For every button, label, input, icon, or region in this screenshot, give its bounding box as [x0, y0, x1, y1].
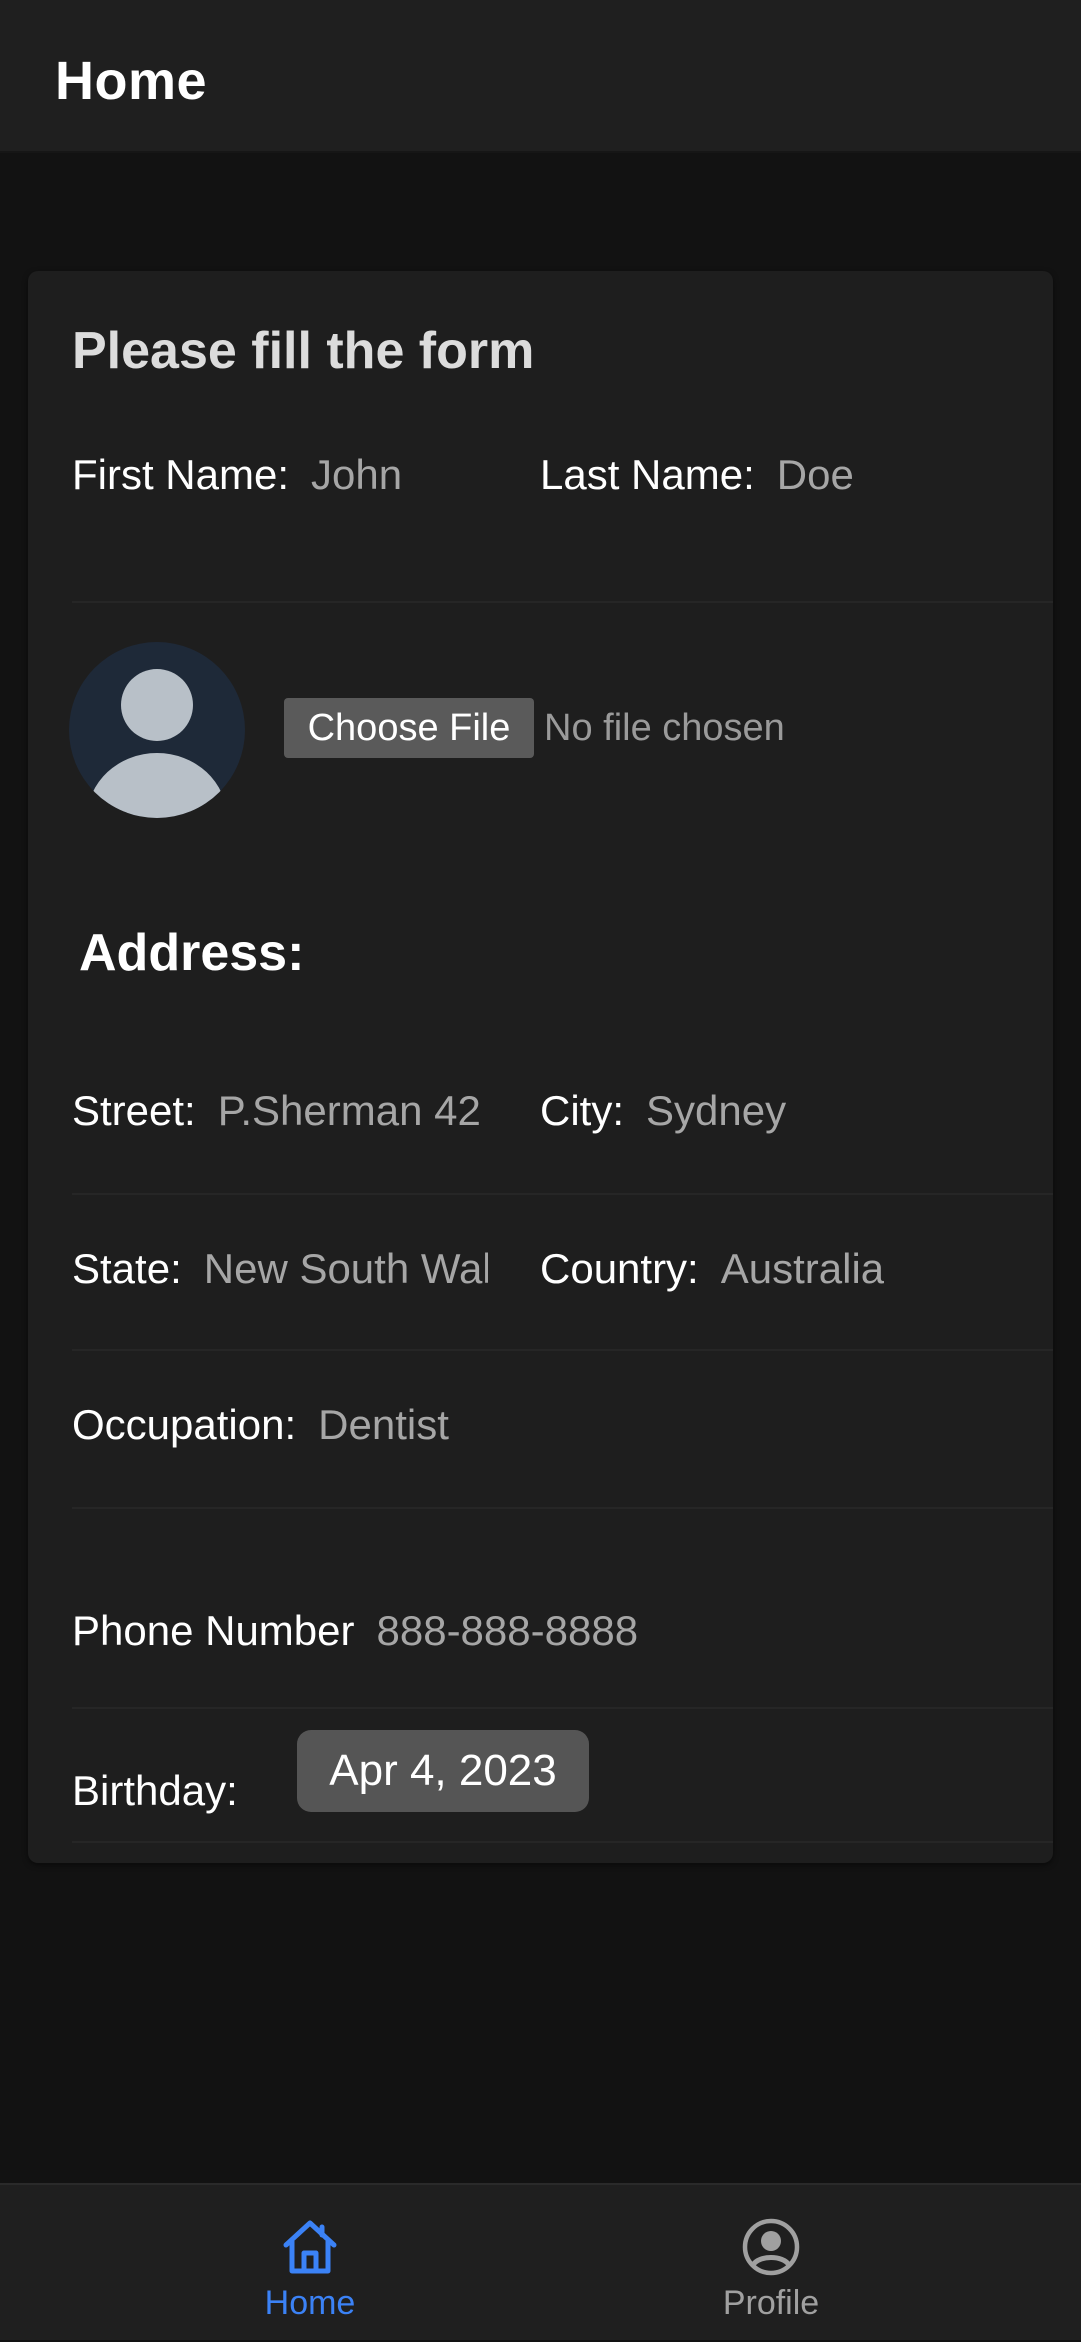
phone-row: Phone Number 888-888-8888 [72, 1509, 1053, 1709]
page-title: Home [55, 51, 208, 111]
phone-label: Phone Number [72, 1607, 355, 1654]
birthday-date-picker[interactable]: Apr 4, 2023 [297, 1730, 589, 1812]
first-name-field: First Name: John [72, 451, 512, 499]
state-input[interactable]: New South Wales [204, 1245, 488, 1293]
state-field: State: New South Wales [72, 1245, 488, 1293]
occupation-input[interactable]: Dentist [318, 1401, 449, 1449]
city-label: City: [540, 1087, 624, 1134]
country-field: Country: Australia [540, 1245, 1040, 1293]
avatar-body-shape [87, 753, 227, 818]
form-title: Please fill the form [72, 322, 535, 380]
file-status-text: No file chosen [544, 707, 785, 749]
street-input[interactable]: P.Sherman 42 Wallaby Way [218, 1087, 488, 1135]
address-heading: Address: [79, 924, 305, 982]
tab-home[interactable]: Home [40, 2185, 580, 2342]
last-name-field: Last Name: Doe [540, 451, 1040, 499]
person-circle-icon [742, 2218, 800, 2276]
city-field: City: Sydney [540, 1087, 1040, 1135]
phone-input[interactable]: 888-888-8888 [377, 1607, 639, 1655]
tab-profile-label: Profile [722, 2284, 820, 2322]
form-card: Please fill the form First Name: John La… [28, 271, 1053, 1863]
occupation-field: Occupation: Dentist [72, 1401, 972, 1449]
occupation-label: Occupation: [72, 1401, 297, 1448]
occupation-row: Occupation: Dentist [72, 1351, 1053, 1509]
avatar[interactable] [69, 642, 245, 818]
last-name-input[interactable]: Doe [777, 451, 854, 499]
street-field: Street: P.Sherman 42 Wallaby Way [72, 1087, 488, 1135]
street-city-row: Street: P.Sherman 42 Wallaby Way City: S… [72, 1031, 1053, 1195]
birthday-label: Birthday: [72, 1767, 238, 1814]
avatar-head-shape [121, 669, 193, 741]
first-name-label: First Name: [72, 451, 290, 498]
last-name-label: Last Name: [540, 451, 755, 498]
choose-file-button[interactable]: Choose File [284, 698, 534, 758]
app-header: Home [0, 0, 1081, 153]
state-country-row: State: New South Wales Country: Australi… [72, 1195, 1053, 1351]
tab-profile[interactable]: Profile [501, 2185, 1041, 2342]
state-label: State: [72, 1245, 182, 1292]
first-name-input[interactable]: John [311, 451, 402, 499]
home-icon [283, 2220, 337, 2274]
country-label: Country: [540, 1245, 699, 1292]
street-label: Street: [72, 1087, 196, 1134]
country-input[interactable]: Australia [721, 1245, 884, 1293]
tab-home-label: Home [264, 2284, 356, 2322]
birthday-field: Birthday: [72, 1767, 312, 1815]
phone-field: Phone Number 888-888-8888 [72, 1607, 972, 1655]
city-input[interactable]: Sydney [646, 1087, 786, 1135]
name-row: First Name: John Last Name: Doe [72, 399, 1053, 603]
bottom-tab-bar: Home Profile [0, 2183, 1081, 2340]
